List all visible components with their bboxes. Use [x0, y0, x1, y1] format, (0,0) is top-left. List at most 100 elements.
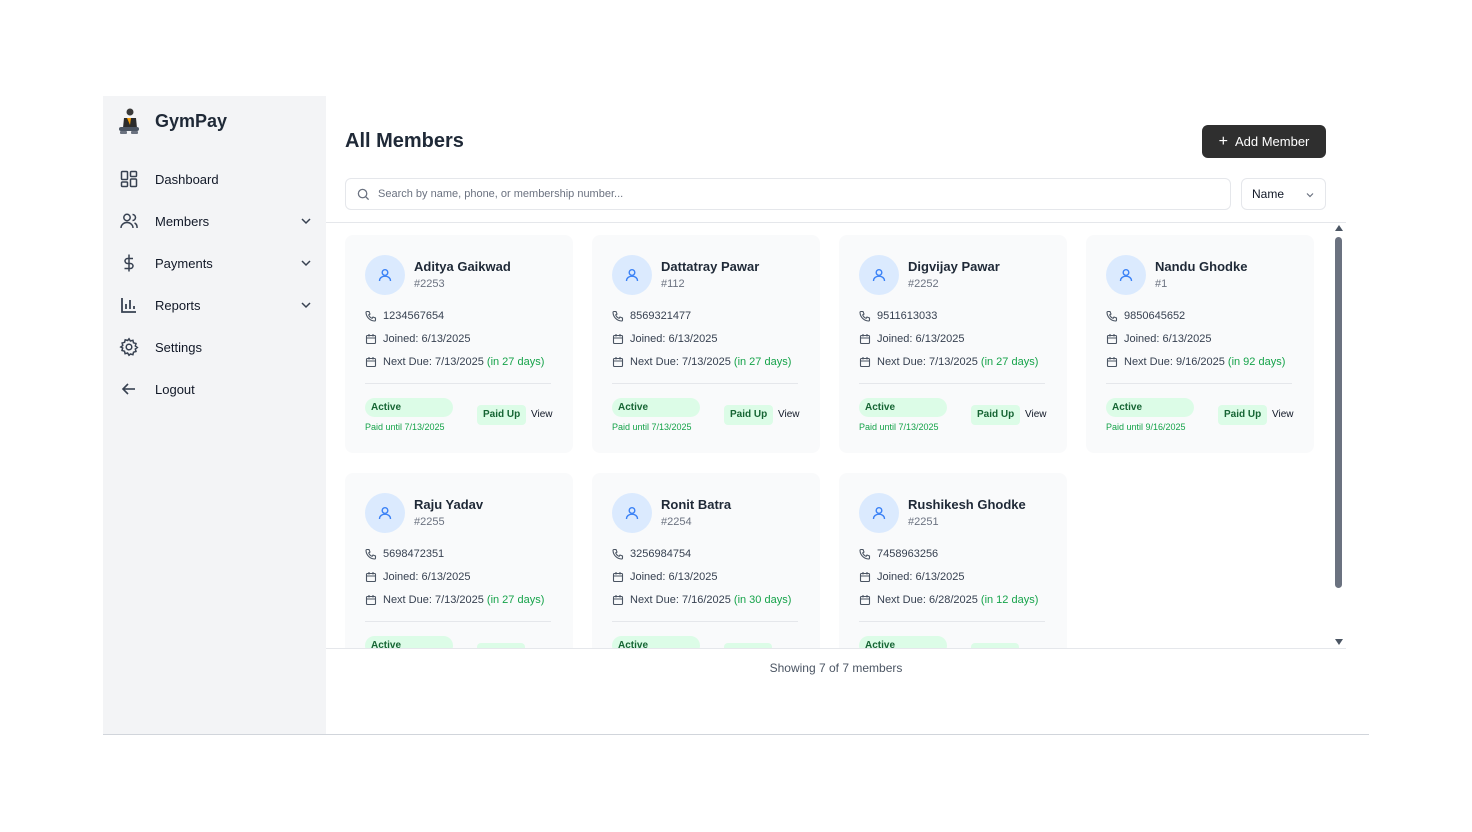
search-box[interactable]	[345, 178, 1231, 210]
member-joined: Joined: 6/13/2025	[1124, 333, 1212, 345]
member-next-due: Next Due: 6/28/2025	[877, 594, 978, 606]
divider	[612, 621, 798, 622]
member-due-in: (in 92 days)	[1227, 356, 1286, 368]
member-phone: 1234567654	[383, 310, 445, 322]
member-name: Raju Yadav	[414, 497, 484, 512]
scroll-up-arrow[interactable]	[1335, 225, 1343, 231]
view-button[interactable]: View	[531, 409, 553, 420]
joined-row: Joined: 6/13/2025	[365, 333, 470, 345]
phone-row: 3256984754	[612, 548, 691, 560]
member-card: Digvijay Pawar #2252 9511613033 Joined: …	[839, 235, 1067, 453]
avatar	[365, 493, 405, 533]
members-count: Showing 7 of 7 members	[769, 661, 903, 675]
plus-icon: +	[1218, 132, 1228, 150]
app-window: GymPay Dashboard Members Payments Report…	[103, 96, 1369, 735]
sidebar-item-label: Settings	[155, 339, 202, 355]
paid-until-text: Paid until 7/13/2025	[612, 422, 692, 432]
phone-row: 9511613033	[859, 310, 937, 322]
gym-person-icon	[119, 108, 139, 134]
joined-row: Joined: 6/13/2025	[612, 333, 717, 345]
member-number: #2252	[908, 278, 939, 290]
sidebar: GymPay Dashboard Members Payments Report…	[103, 96, 326, 734]
member-name: Ronit Batra	[661, 497, 732, 512]
next-due-row: Next Due: 9/16/2025 (in 92 days)	[1106, 356, 1285, 368]
next-due-row: Next Due: 7/13/2025 (in 27 days)	[612, 356, 791, 368]
add-member-label: Add Member	[1234, 134, 1310, 149]
status-badge: Active	[859, 636, 947, 648]
member-joined: Joined: 6/13/2025	[630, 333, 718, 345]
sidebar-item-reports[interactable]: Reports	[103, 286, 326, 324]
paid-until-text: Paid until 7/13/2025	[859, 422, 939, 432]
sidebar-item-members[interactable]: Members	[103, 202, 326, 240]
avatar	[859, 493, 899, 533]
member-joined: Joined: 6/13/2025	[383, 333, 471, 345]
calendar-icon	[365, 595, 377, 606]
sidebar-item-label: Members	[155, 213, 210, 229]
member-joined: Joined: 6/13/2025	[877, 333, 965, 345]
view-button[interactable]: View	[778, 409, 800, 420]
payment-badge: Paid Up	[724, 405, 774, 425]
divider	[365, 621, 551, 622]
member-due-in: (in 27 days)	[486, 356, 545, 368]
members-grid: Aditya Gaikwad #2253 1234567654 Joined: …	[326, 223, 1332, 648]
users-icon	[120, 213, 138, 229]
gear-icon	[119, 337, 139, 357]
brand-name: GymPay	[155, 110, 228, 131]
member-card: Dattatray Pawar #112 8569321477 Joined: …	[592, 235, 820, 453]
member-name: Rushikesh Ghodke	[908, 497, 1026, 512]
member-phone: 3256984754	[630, 548, 692, 560]
member-phone: 7458963256	[877, 548, 939, 560]
member-due-in: (in 27 days)	[486, 594, 545, 606]
view-button[interactable]: View	[1272, 409, 1294, 420]
sidebar-item-dashboard[interactable]: Dashboard	[103, 160, 326, 198]
joined-row: Joined: 6/13/2025	[365, 571, 470, 583]
joined-row: Joined: 6/13/2025	[859, 571, 964, 583]
member-name: Nandu Ghodke	[1155, 259, 1248, 274]
member-card: Raju Yadav #2255 5698472351 Joined: 6/13…	[345, 473, 573, 648]
member-joined: Joined: 6/13/2025	[877, 571, 965, 583]
payment-badge: Paid Up	[971, 405, 1021, 425]
member-joined: Joined: 6/13/2025	[383, 571, 471, 583]
phone-icon	[365, 548, 377, 560]
dashboard-icon	[120, 170, 138, 188]
joined-row: Joined: 6/13/2025	[1106, 333, 1211, 345]
member-card: Aditya Gaikwad #2253 1234567654 Joined: …	[345, 235, 573, 453]
sidebar-item-logout[interactable]: Logout	[103, 370, 326, 408]
next-due-row: Next Due: 7/16/2025 (in 30 days)	[612, 594, 791, 606]
avatar	[612, 255, 652, 295]
member-card: Nandu Ghodke #1 9850645652 Joined: 6/13/…	[1086, 235, 1314, 453]
payment-badge: Paid Up	[1218, 405, 1268, 425]
joined-row: Joined: 6/13/2025	[859, 333, 964, 345]
member-name: Digvijay Pawar	[908, 259, 1000, 274]
calendar-icon	[1106, 334, 1118, 345]
paid-until-text: Paid until 9/16/2025	[1106, 422, 1186, 432]
avatar	[612, 493, 652, 533]
member-next-due: Next Due: 7/16/2025	[630, 594, 731, 606]
member-name: Aditya Gaikwad	[414, 259, 511, 274]
main-content: All Members + Add Member Name Aditya Gai…	[326, 96, 1369, 734]
scrollbar[interactable]	[1332, 225, 1346, 648]
member-card: Ronit Batra #2254 3256984754 Joined: 6/1…	[592, 473, 820, 648]
search-input[interactable]	[378, 179, 1218, 209]
scroll-down-arrow[interactable]	[1335, 639, 1343, 645]
calendar-icon	[612, 334, 624, 345]
member-phone: 9511613033	[877, 310, 938, 322]
sort-selected-value: Name	[1252, 187, 1285, 201]
status-badge: Active	[612, 636, 700, 648]
brand[interactable]: GymPay	[117, 106, 227, 136]
divider	[859, 621, 1045, 622]
user-icon	[378, 507, 392, 520]
chevron-down-icon	[1306, 193, 1314, 198]
member-due-in: (in 12 days)	[980, 594, 1039, 606]
view-button[interactable]: View	[1025, 409, 1047, 420]
sort-select[interactable]: Name	[1241, 178, 1326, 210]
sidebar-item-payments[interactable]: Payments	[103, 244, 326, 282]
member-due-in: (in 27 days)	[980, 356, 1039, 368]
member-number: #2254	[661, 516, 692, 528]
user-icon	[1119, 269, 1133, 282]
sidebar-item-settings[interactable]: Settings	[103, 328, 326, 366]
status-badge: Active	[365, 636, 453, 648]
window-bottom-border	[103, 734, 1369, 735]
scrollbar-thumb[interactable]	[1335, 237, 1342, 588]
add-member-button[interactable]: + Add Member	[1202, 125, 1326, 158]
